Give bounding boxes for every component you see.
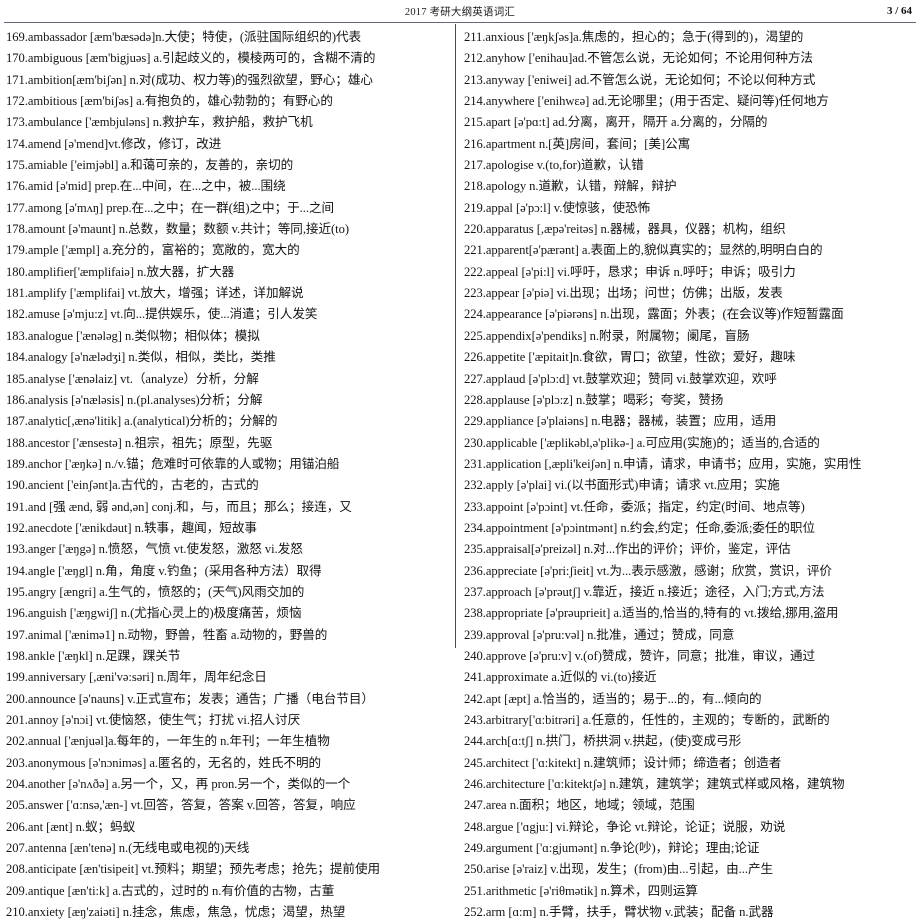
- vocabulary-entry: 176.amid [ə'mid] prep.在...中间，在...之中，被...…: [6, 179, 286, 194]
- vocabulary-entry: 223.appear [ə'piə] vi.出现；出场；问世；仿佛；出版，发表: [464, 286, 783, 301]
- vocabulary-entry: 190.ancient ['einʃənt]a.古代的，古老的，古式的: [6, 478, 259, 493]
- vocabulary-entry: 244.arch[ɑ:tʃ] n.拱门，桥拱洞 v.拱起，(使)变成弓形: [464, 734, 742, 749]
- vocabulary-entry: 170.ambiguous [æm'bigjuəs] a.引起歧义的，模棱两可的…: [6, 51, 376, 66]
- vocabulary-entry: 213.anyway ['eniwei] ad.不管怎么说，无论如何；不论以何种…: [464, 72, 816, 87]
- vocabulary-entry: 226.appetite ['æpitait]n.食欲，胃口；欲望，性欲；爱好，…: [464, 350, 796, 365]
- vocabulary-entry: 174.amend [ə'mend]vt.修改，修订，改进: [6, 136, 222, 151]
- vocabulary-entry: 222.appeal [ə'pi:l] vi.呼吁，恳求；申诉 n.呼吁；申诉；…: [464, 264, 796, 279]
- vocabulary-entry: 175.amiable ['eimjəbl] a.和蔼可亲的，友善的，亲切的: [6, 158, 294, 173]
- vocabulary-entry: 201.annoy [ə'nɔi] vt.使恼怒，使生气；打扰 vi.招人讨厌: [6, 713, 301, 727]
- vocabulary-entry: 192.anecdote ['ænikdəut] n.轶事，趣闻，短故事: [6, 520, 257, 535]
- vocabulary-entry: 204.another [ə'nʌðə] a.另一个，又，再 pron.另一个，…: [6, 777, 351, 792]
- vocabulary-entry: 214.anywhere ['enihwɛə] ad.无论哪里；(用于否定、疑问…: [464, 94, 829, 109]
- vocabulary-entry: 241.approximate a.近似的 vi.(to)接近: [464, 670, 657, 685]
- vocabulary-column-left: 169.ambassador [æm'bæsədə]n.大使；特使，(派驻国际组…: [0, 24, 455, 919]
- vocabulary-entry: 209.antique [æn'ti:k] a.古式的，过时的 n.有价值的古物…: [6, 883, 335, 898]
- vocabulary-column-right: 211.anxious ['æŋkʃəs]a.焦虑的，担心的；急于(得到的)，渴…: [455, 24, 920, 919]
- vocabulary-entry: 230.applicable ['æplikəbl,ə'plikə-] a.可应…: [464, 435, 820, 450]
- vocabulary-entry: 210.anxiety [æŋ'zaiəti] n.挂念，焦虑，焦急，忧虑；渴望…: [6, 905, 346, 920]
- vocabulary-entry: 199.anniversary [,æni'və:səri] n.周年，周年纪念…: [6, 670, 267, 685]
- vocabulary-entry: 228.applause [ə'plɔ:z] n.鼓掌；喝彩；夸奖，赞扬: [464, 392, 724, 407]
- vocabulary-entry: 248.argue ['ɑgju:] vi.辩论，争论 vt.辩论，论证；说服，…: [464, 819, 786, 834]
- vocabulary-entry: 194.angle ['æŋgl] n.角，角度 v.钓鱼；(采用各种方法）取得: [6, 563, 322, 578]
- vocabulary-entry: 231.application [,æpli'keiʃən] n.申请，请求，申…: [464, 456, 862, 471]
- vocabulary-entry: 251.arithmetic [ə'riθmətik] n.算术，四则运算: [464, 883, 698, 898]
- vocabulary-entry: 242.apt [æpt] a.恰当的，适当的；易于...的，有...倾向的: [464, 691, 762, 706]
- vocabulary-entry: 195.angry [ængri] a.生气的，愤怒的；(天气)风雨交加的: [6, 584, 305, 599]
- vocabulary-entry: 217.apologise v.(to,for)道歉，认错: [464, 158, 644, 173]
- vocabulary-entry: 211.anxious ['æŋkʃəs]a.焦虑的，担心的；急于(得到的)，渴…: [464, 30, 804, 44]
- vocabulary-entry: 237.approach [ə'prəutʃ] v.靠近，接近 n.接近；途径，…: [464, 584, 825, 599]
- vocabulary-entry: 169.ambassador [æm'bæsədə]n.大使；特使，(派驻国际组…: [6, 30, 362, 44]
- vocabulary-entry: 187.analytic[,ænə'litik] a.(analytical)分…: [6, 414, 278, 429]
- vocabulary-entry: 186.analysis [ə'næləsis] n.(pl.analyses)…: [6, 392, 263, 407]
- vocabulary-entry: 240.approve [ə'pru:v] v.(of)赞成，赞许，同意；批准，…: [464, 648, 816, 663]
- vocabulary-entry: 250.arise [ə'raiz] v.出现，发生；(from)由...引起，…: [464, 862, 774, 877]
- header-divider-rule: [4, 22, 916, 23]
- header-page-number: 3 / 64: [886, 5, 912, 17]
- vocabulary-entry: 180.amplifier['æmplifaiə] n.放大器，扩大器: [6, 264, 235, 279]
- vocabulary-entry: 249.argument ['ɑ:gjumənt] n.争论(吵)，辩论；理由;…: [464, 841, 760, 856]
- vocabulary-entry: 177.among [ə'mʌŋ] prep.在...之中；在一群(组)之中；于…: [6, 200, 335, 215]
- vocabulary-columns: 169.ambassador [æm'bæsədə]n.大使；特使，(派驻国际组…: [0, 24, 920, 919]
- vocabulary-entry: 171.ambition[æm'biʃən] n.对(成功、权力等)的强烈欲望，…: [6, 72, 373, 87]
- vocabulary-entry: 206.ant [ænt] n.蚁；蚂蚁: [6, 819, 136, 834]
- vocabulary-entry: 227.applaud [ə'plɔ:d] vt.鼓掌欢迎；赞同 vi.鼓掌欢迎…: [464, 371, 777, 386]
- vocabulary-entry: 178.amount [ə'maunt] n.总数，数量；数额 v.共计；等同,…: [6, 222, 349, 237]
- document-page: 2017 考研大纲英语词汇 3 / 64 169.ambassador [æm'…: [0, 0, 920, 919]
- vocabulary-entry: 215.apart [ə'pɑ:t] ad.分离，离开，隔开 a.分离的，分隔的: [464, 115, 768, 130]
- vocabulary-entry: 182.amuse [ə'mju:z] vt.向...提供娱乐，使...消遣；引…: [6, 307, 318, 322]
- vocabulary-entry: 200.announce [ə'nauns] v.正式宣布；发表；通告；广播（电…: [6, 691, 374, 706]
- vocabulary-entry: 246.architecture ['ɑ:kitektʃə] n.建筑，建筑学；…: [464, 777, 845, 792]
- vocabulary-entry: 247.area n.面积；地区，地域；领域，范围: [464, 798, 695, 813]
- vocabulary-entry: 212.anyhow ['enihau]ad.不管怎么说，无论如何；不论用何种方…: [464, 51, 813, 66]
- vocabulary-entry: 220.apparatus [,æpə'reitəs] n.器械，器具，仪器；机…: [464, 222, 786, 237]
- header-title: 2017 考研大纲英语词汇: [404, 7, 516, 18]
- vocabulary-entry: 202.annual ['ænjuəl]a.每年的，一年生的 n.年刊；一年生植…: [6, 734, 330, 749]
- vocabulary-entry: 198.ankle ['æŋkl] n.足踝，踝关节: [6, 648, 181, 663]
- vocabulary-entry: 235.appraisal[ə'preizəl] n.对...作出的评价；评价，…: [464, 542, 791, 557]
- vocabulary-entry: 219.appal [ə'pɔ:l] v.使惊骇，使恐怖: [464, 200, 651, 215]
- vocabulary-entry: 208.anticipate [æn'tisipeit] vt.预料；期望；预先…: [6, 862, 381, 877]
- vocabulary-entry: 191.and [强 ænd, 弱 ənd,ən] conj.和，与，而且；那么…: [6, 499, 352, 514]
- vocabulary-entry: 252.arm [ɑ:m] n.手臂，扶手，臂状物 v.武装；配备 n.武器: [464, 905, 774, 920]
- vocabulary-entry: 221.apparent[ə'pærənt] a.表面上的,貌似真实的；显然的,…: [464, 243, 823, 258]
- page-header: 2017 考研大纲英语词汇 3 / 64: [0, 0, 920, 26]
- vocabulary-entry: 185.analyse ['ænəlaiz] vt.（analyze）分析，分解: [6, 371, 259, 386]
- vocabulary-entry: 224.appearance [ə'piərəns] n.出现，露面；外表；(在…: [464, 307, 844, 322]
- vocabulary-entry: 216.apartment n.[英]房间，套间；[美]公寓: [464, 136, 691, 151]
- vocabulary-entry: 205.answer ['ɑ:nsə,'æn-] vt.回答，答复，答案 v.回…: [6, 798, 356, 813]
- vocabulary-entry: 236.appreciate [ə'pri:ʃieit] vt.为...表示感激…: [464, 563, 832, 578]
- vocabulary-entry: 184.analogy [ə'nælədʒi] n.类似，相似，类比，类推: [6, 350, 276, 365]
- vocabulary-entry: 172.ambitious [æm'biʃəs] a.有抱负的，雄心勃勃的；有野…: [6, 94, 333, 109]
- vocabulary-entry: 229.appliance [ə'plaiəns] n.电器；器械，装置；应用，…: [464, 414, 777, 429]
- vocabulary-entry: 218.apology n.道歉，认错，辩解，辩护: [464, 179, 677, 194]
- vocabulary-entry: 207.antenna [æn'tenə] n.(无线电或电视的)天线: [6, 841, 250, 856]
- vocabulary-entry: 179.ample ['æmpl] a.充分的，富裕的；宽敞的，宽大的: [6, 243, 300, 258]
- vocabulary-entry: 203.anonymous [ə'nɔniməs] a.匿名的，无名的，姓氏不明…: [6, 755, 322, 770]
- vocabulary-entry: 238.appropriate [ə'prəuprieit] a.适当的,恰当的…: [464, 606, 839, 621]
- vocabulary-entry: 183.analogue ['ænələg] n.类似物；相似体；模拟: [6, 328, 260, 343]
- vocabulary-entry: 181.amplify ['æmplifai] vt.放大，增强；详述，详加解说: [6, 286, 304, 301]
- vocabulary-entry: 197.animal ['ænimə1] n.动物，野兽，牲畜 a.动物的，野兽…: [6, 627, 328, 642]
- vocabulary-entry: 193.anger ['æŋgə] n.愤怒，气愤 vt.使发怒，激怒 vi.发…: [6, 542, 303, 557]
- vocabulary-entry: 234.appointment [ə'pɔintmənt] n.约会,约定；任命…: [464, 520, 816, 535]
- vocabulary-entry: 173.ambulance ['æmbjuləns] n.救护车，救护船，救护飞…: [6, 115, 313, 130]
- vocabulary-entry: 188.ancestor ['ænsestə] n.祖宗，祖先；原型，先驱: [6, 435, 273, 450]
- vocabulary-entry: 239.approval [ə'pru:vəl] n.批准，通过；赞成，同意: [464, 627, 735, 642]
- vocabulary-entry: 243.arbitrary['ɑ:bitrəri] a.任意的，任性的，主观的；…: [464, 713, 830, 727]
- vocabulary-entry: 232.apply [ə'plai] vi.(以书面形式)申请；请求 vt.应用…: [464, 478, 780, 493]
- vocabulary-entry: 245.architect ['ɑ:kitekt] n.建筑师；设计师；缔造者；…: [464, 755, 782, 770]
- vocabulary-entry: 233.appoint [ə'pɔint] vt.任命，委派；指定，约定(时间、…: [464, 499, 805, 514]
- vocabulary-entry: 225.appendix[ə'pendiks] n.附录，附属物；阑尾，盲肠: [464, 328, 750, 343]
- vocabulary-entry: 189.anchor ['æŋkə] n./v.锚；危难时可依靠的人或物；用锚泊…: [6, 456, 340, 471]
- vocabulary-entry: 196.anguish ['æŋgwiʃ] n.(尤指心灵上的)极度痛苦，烦恼: [6, 606, 302, 621]
